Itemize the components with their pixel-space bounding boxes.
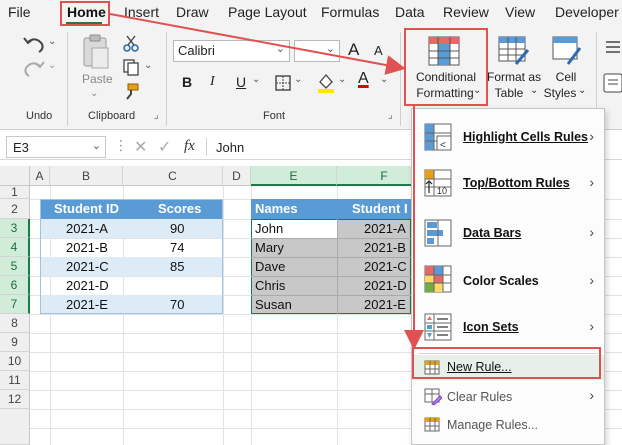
arrow-home-to-conditional-formatting bbox=[109, 13, 406, 75]
annotation-arrows bbox=[109, 13, 424, 350]
